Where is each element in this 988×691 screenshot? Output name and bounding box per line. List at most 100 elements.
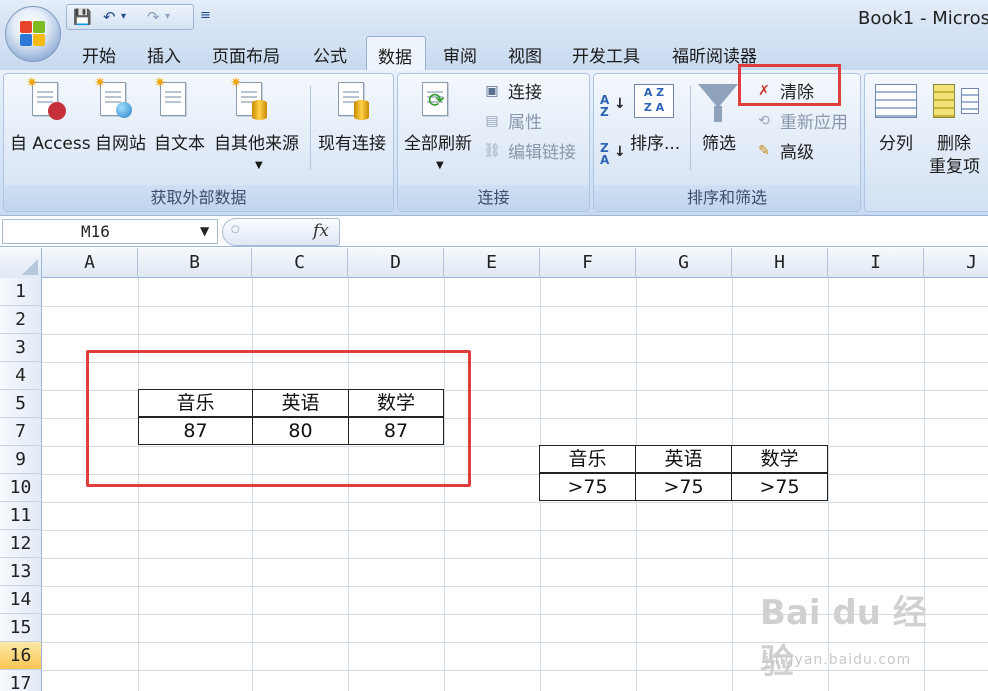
sort-grid-icon: A ZZ A <box>634 84 674 118</box>
sort-az-icon: AZ <box>600 93 610 119</box>
new-star-icon: ✷ <box>230 75 242 91</box>
existing-connections-button[interactable]: 现有连接 <box>314 74 394 182</box>
row-header[interactable]: 14 <box>0 586 42 614</box>
column-header-h[interactable]: H <box>732 248 828 278</box>
group-data-tools: 分列 删除 重复项 <box>864 73 988 212</box>
tab-formulas[interactable]: 公式 <box>313 42 347 67</box>
column-header-j[interactable]: J <box>924 248 988 278</box>
row-header[interactable]: 17 <box>0 670 42 691</box>
gridline <box>42 502 988 503</box>
row-header[interactable]: 11 <box>0 502 42 530</box>
remove-duplicates-button[interactable]: 删除 重复项 <box>929 74 988 182</box>
filter-button[interactable]: 筛选 <box>694 74 744 182</box>
row-header[interactable]: 9 <box>0 446 42 474</box>
database-icon <box>354 100 369 120</box>
advanced-button[interactable]: ✎ 高级 <box>750 141 840 165</box>
insert-function-icon[interactable]: fx <box>313 221 329 241</box>
new-star-icon: ✷ <box>94 75 106 91</box>
column-header-e[interactable]: E <box>444 248 540 278</box>
refresh-all-label: 全部刷新 <box>404 134 472 154</box>
criteria-value-cell[interactable]: >75 <box>635 473 732 501</box>
group-divider <box>690 86 691 170</box>
criteria-header-cell[interactable]: 音乐 <box>539 445 636 473</box>
from-text-button[interactable]: ✷ 自文本 <box>152 74 212 182</box>
column-header-i[interactable]: I <box>828 248 924 278</box>
chevron-down-icon: ▼ <box>255 160 263 171</box>
group-footer: 排序和筛选 <box>594 185 860 211</box>
redo-dropdown-icon[interactable]: ▾ <box>165 9 170 25</box>
column-header-g[interactable]: G <box>636 248 732 278</box>
tab-page-layout[interactable]: 页面布局 <box>212 42 280 67</box>
sort-button[interactable]: A ZZ A 排序... <box>630 74 688 182</box>
text-to-columns-button[interactable]: 分列 <box>867 74 927 182</box>
save-icon[interactable]: 💾 <box>73 9 92 25</box>
customize-qat-icon[interactable]: ≡ <box>200 8 211 24</box>
access-key-icon <box>48 102 66 120</box>
formula-bar: M16 ▼ ○ fx <box>0 215 988 247</box>
office-button[interactable] <box>5 6 61 62</box>
tab-home[interactable]: 开始 <box>82 42 116 67</box>
from-web-button[interactable]: ✷ 自网站 <box>94 74 152 182</box>
row-header[interactable]: 1 <box>0 278 42 306</box>
criteria-header-cell[interactable]: 英语 <box>635 445 732 473</box>
row-header[interactable]: 10 <box>0 474 42 502</box>
chevron-down-icon: ▼ <box>436 160 444 171</box>
table-highlight-box <box>86 350 471 487</box>
row-header[interactable]: 15 <box>0 614 42 642</box>
row-header[interactable]: 5 <box>0 390 42 418</box>
connections-button[interactable]: ▣ 连接 <box>482 81 582 105</box>
undo-icon[interactable]: ↶ <box>103 9 116 25</box>
database-icon <box>252 100 267 120</box>
quick-access-toolbar: 💾 ↶ ▾ ↷ ▾ <box>66 4 194 30</box>
tab-review[interactable]: 审阅 <box>443 42 477 67</box>
gridline <box>42 334 988 335</box>
row-header[interactable]: 13 <box>0 558 42 586</box>
column-header-b[interactable]: B <box>138 248 252 278</box>
row-header[interactable]: 7 <box>0 418 42 446</box>
column-header-a[interactable]: A <box>42 248 138 278</box>
clear-highlight-box <box>738 64 841 106</box>
reapply-button[interactable]: ⟲ 重新应用 <box>750 111 862 135</box>
criteria-value-cell[interactable]: >75 <box>539 473 636 501</box>
name-box[interactable]: M16 <box>2 219 218 244</box>
existing-connections-label: 现有连接 <box>318 134 386 154</box>
column-header-d[interactable]: D <box>348 248 444 278</box>
criteria-value-cell[interactable]: >75 <box>731 473 828 501</box>
column-header-c[interactable]: C <box>252 248 348 278</box>
row-header-selected[interactable]: 16 <box>0 642 42 670</box>
globe-icon <box>116 102 132 118</box>
reapply-icon: ⟲ <box>758 113 770 129</box>
row-header[interactable]: 2 <box>0 306 42 334</box>
group-connections: ⟳ 全部刷新 ▼ ▣ 连接 ▤ 属性 ⛓ 编辑链接 连接 <box>397 73 590 212</box>
criteria-header-cell[interactable]: 数学 <box>731 445 828 473</box>
refresh-all-button[interactable]: ⟳ 全部刷新 ▼ <box>400 74 480 182</box>
chevron-down-icon[interactable]: ▼ <box>200 219 209 244</box>
arrow-down-icon: ↓ <box>614 96 626 112</box>
tab-developer[interactable]: 开发工具 <box>572 42 640 67</box>
group-footer: 连接 <box>398 185 589 211</box>
from-access-button[interactable]: ✷ 自 Access <box>4 74 94 182</box>
formula-buttons: ○ fx <box>222 218 340 246</box>
link-icon: ⛓ <box>483 143 501 159</box>
from-other-sources-button[interactable]: ✷ 自其他来源 ▼ <box>212 74 312 182</box>
row-header[interactable]: 12 <box>0 530 42 558</box>
redo-icon[interactable]: ↷ <box>147 9 160 25</box>
tab-insert[interactable]: 插入 <box>147 42 181 67</box>
from-web-label: 自网站 <box>95 134 146 154</box>
filter-label: 筛选 <box>702 134 736 154</box>
tab-view[interactable]: 视图 <box>508 42 542 67</box>
sort-ascending-button[interactable]: A Z ↓ <box>600 94 626 124</box>
expand-icon[interactable]: ○ <box>231 224 240 235</box>
formula-input[interactable] <box>342 218 986 246</box>
column-header-f[interactable]: F <box>540 248 636 278</box>
select-all-button[interactable] <box>0 248 42 278</box>
edit-links-button[interactable]: ⛓ 编辑链接 <box>482 141 590 165</box>
properties-button[interactable]: ▤ 属性 <box>482 111 582 135</box>
gridline <box>42 670 988 671</box>
sort-descending-button[interactable]: Z A ↓ <box>600 142 626 172</box>
row-header[interactable]: 4 <box>0 362 42 390</box>
tab-data[interactable]: 数据 <box>366 36 426 72</box>
row-header[interactable]: 3 <box>0 334 42 362</box>
new-star-icon: ✷ <box>26 75 38 91</box>
undo-dropdown-icon[interactable]: ▾ <box>121 9 126 25</box>
